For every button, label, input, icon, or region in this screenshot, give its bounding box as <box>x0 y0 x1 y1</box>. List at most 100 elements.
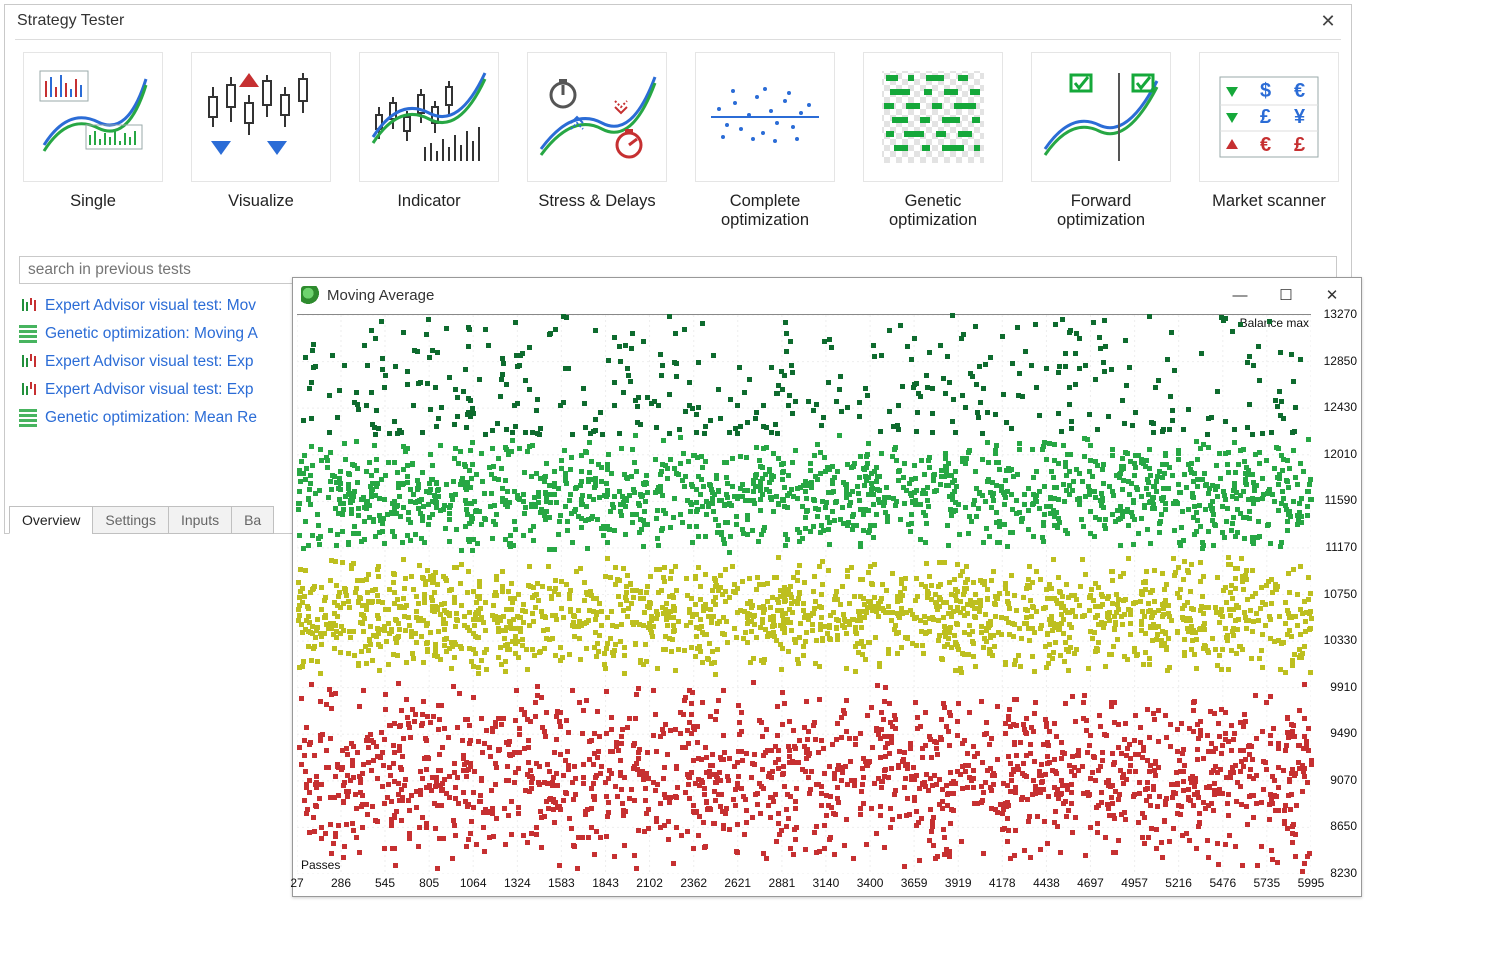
y-tick: 8650 <box>1330 819 1357 833</box>
plot-grid <box>297 315 1311 874</box>
y-tick: 12850 <box>1324 354 1357 368</box>
visual-test-icon <box>19 381 37 399</box>
y-tick: 12430 <box>1324 400 1357 414</box>
scanner-icon: $ € £ ¥ € £ <box>1214 67 1324 167</box>
x-tick: 1843 <box>592 876 619 890</box>
mode-single-label: Single <box>23 192 163 211</box>
recent-text: Genetic optimization: Mean Re <box>45 409 257 427</box>
mode-visualize-tile <box>191 52 331 182</box>
mode-visualize[interactable]: Visualize <box>191 52 331 230</box>
genetic-icon <box>19 325 37 343</box>
y-tick: 13270 <box>1324 307 1357 321</box>
window-title: Strategy Tester <box>17 12 124 30</box>
svg-text:£: £ <box>1294 134 1305 156</box>
y-tick: 11170 <box>1325 540 1357 554</box>
x-tick: 3659 <box>901 876 928 890</box>
genetic-icon <box>19 409 37 427</box>
y-tick: 9490 <box>1330 726 1357 740</box>
child-window-title: Moving Average <box>327 287 434 304</box>
mode-genetic[interactable]: Genetic optimization <box>863 52 1003 230</box>
optimization-scatter-plot <box>297 314 1311 874</box>
y-tick: 11590 <box>1325 493 1357 507</box>
svg-text:$: $ <box>1260 80 1271 102</box>
x-tick: 1583 <box>548 876 575 890</box>
recent-text: Expert Advisor visual test: Exp <box>45 381 253 399</box>
y-tick: 9070 <box>1330 773 1357 787</box>
mode-forward[interactable]: Forward optimization <box>1031 52 1171 230</box>
mode-indicator[interactable]: Indicator <box>359 52 499 230</box>
svg-text:£: £ <box>1260 106 1271 128</box>
bottom-tabs: Overview Settings Inputs Ba <box>9 506 273 534</box>
mode-forward-tile <box>1031 52 1171 182</box>
mode-stress[interactable]: Stress & Delays <box>527 52 667 230</box>
mode-indicator-label: Indicator <box>359 192 499 211</box>
x-tick: 2102 <box>636 876 663 890</box>
y-tick: 10330 <box>1324 633 1357 647</box>
mode-genetic-tile <box>863 52 1003 182</box>
x-tick: 4438 <box>1033 876 1060 890</box>
child-title-bar: Moving Average — ☐ ✕ <box>293 278 1361 312</box>
y-axis: 8230865090709490991010330107501117011590… <box>1311 314 1357 874</box>
mode-stress-tile <box>527 52 667 182</box>
y-tick: 9910 <box>1330 680 1357 694</box>
mode-single-tile <box>23 52 163 182</box>
tab-overview[interactable]: Overview <box>9 506 93 534</box>
x-tick: 545 <box>375 876 395 890</box>
tab-cutoff[interactable]: Ba <box>231 506 274 534</box>
single-chart-icon <box>38 67 148 167</box>
mode-forward-label: Forward optimization <box>1031 192 1171 230</box>
forward-icon <box>1041 67 1161 167</box>
mode-scanner-label: Market scanner <box>1199 192 1339 211</box>
x-tick: 1064 <box>460 876 487 890</box>
stress-icon <box>537 67 657 167</box>
x-tick: 27 <box>290 876 303 890</box>
mode-visualize-label: Visualize <box>191 192 331 211</box>
x-tick: 286 <box>331 876 351 890</box>
close-button[interactable]: ✕ <box>1313 7 1343 35</box>
x-tick: 4178 <box>989 876 1016 890</box>
x-tick: 805 <box>419 876 439 890</box>
indicator-icon <box>369 67 489 167</box>
x-tick: 2621 <box>724 876 751 890</box>
svg-text:€: € <box>1260 134 1271 156</box>
x-tick: 4957 <box>1121 876 1148 890</box>
x-tick: 3140 <box>813 876 840 890</box>
y-tick: 12010 <box>1324 447 1357 461</box>
x-tick: 5216 <box>1165 876 1192 890</box>
x-tick: 3919 <box>945 876 972 890</box>
y-tick: 10750 <box>1324 587 1357 601</box>
visual-test-icon <box>19 297 37 315</box>
moving-average-window: Moving Average — ☐ ✕ Balance max Passes … <box>292 277 1362 897</box>
x-tick: 3400 <box>857 876 884 890</box>
maximize-button[interactable]: ☐ <box>1263 281 1309 309</box>
mode-genetic-label: Genetic optimization <box>863 192 1003 230</box>
mode-complete[interactable]: Complete optimization <box>695 52 835 230</box>
mode-scanner-tile: $ € £ ¥ € £ <box>1199 52 1339 182</box>
x-tick: 5735 <box>1253 876 1280 890</box>
title-bar: Strategy Tester ✕ <box>5 5 1351 37</box>
recent-text: Expert Advisor visual test: Exp <box>45 353 253 371</box>
recent-text: Expert Advisor visual test: Mov <box>45 297 256 315</box>
mode-stress-label: Stress & Delays <box>527 192 667 211</box>
candlestick-icon <box>201 67 321 167</box>
mode-indicator-tile <box>359 52 499 182</box>
svg-text:¥: ¥ <box>1294 106 1306 128</box>
close-button[interactable]: ✕ <box>1309 281 1355 309</box>
recent-text: Genetic optimization: Moving A <box>45 325 258 343</box>
mode-complete-label: Complete optimization <box>695 192 835 230</box>
x-axis: 2728654580510641324158318432102236226212… <box>297 874 1311 896</box>
visual-test-icon <box>19 353 37 371</box>
x-tick: 1324 <box>504 876 531 890</box>
tab-settings[interactable]: Settings <box>92 506 169 534</box>
genetic-icon <box>878 67 988 167</box>
app-icon <box>301 286 319 304</box>
divider <box>15 39 1341 40</box>
x-tick: 4697 <box>1077 876 1104 890</box>
svg-text:€: € <box>1294 80 1305 102</box>
tab-inputs[interactable]: Inputs <box>168 506 232 534</box>
mode-scanner[interactable]: $ € £ ¥ € £ Market scanner <box>1199 52 1339 230</box>
x-tick: 5476 <box>1209 876 1236 890</box>
mode-single[interactable]: Single <box>23 52 163 230</box>
mode-tiles: Single Visuali <box>5 48 1351 230</box>
minimize-button[interactable]: — <box>1217 281 1263 309</box>
